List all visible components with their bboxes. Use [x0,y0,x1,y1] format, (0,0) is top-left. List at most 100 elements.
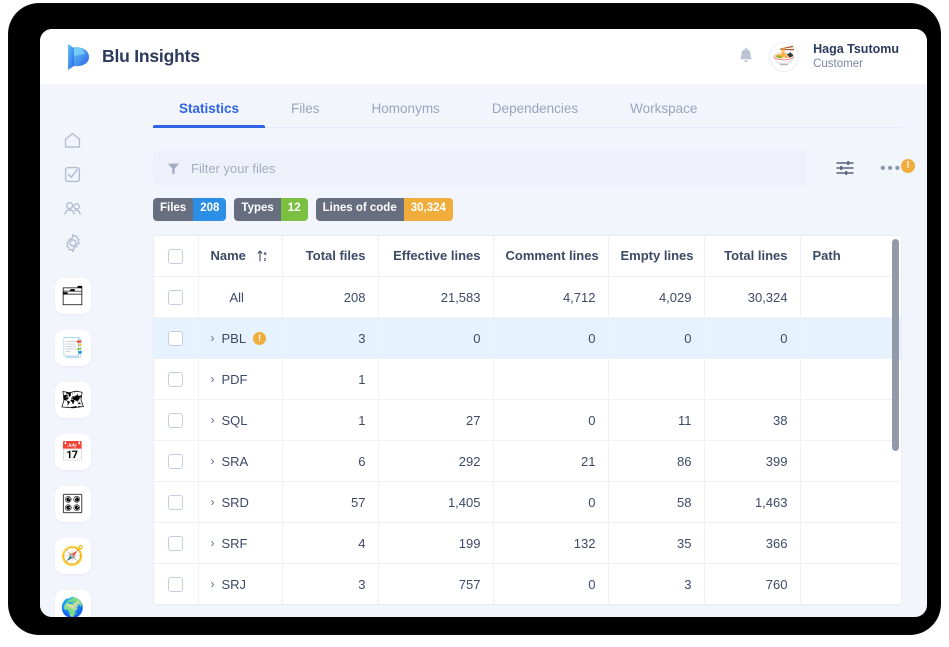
table-row[interactable]: › PBL ! 3 0 0 0 0 [154,317,901,359]
tab-dependencies[interactable]: Dependencies [466,101,604,127]
avatar[interactable]: 🍜 [769,41,800,72]
analysis-icon: 🗺 [60,389,85,411]
row-checkbox[interactable] [168,290,184,306]
row-empty-lines: 3 [608,563,705,604]
table-row[interactable]: › SRA 6 292 21 86 399 [154,440,901,482]
row-checkbox[interactable] [168,536,184,552]
row-select-cell[interactable] [154,276,199,318]
expand-chevron-icon[interactable]: › [211,496,215,508]
app-header: Blu Insights 🍜 Haga Tsutomu Customer [40,29,927,84]
sidebar-item-planning[interactable]: 📅 [54,434,91,470]
expand-chevron-icon[interactable]: › [211,455,215,467]
row-comment-lines: 21 [493,440,609,482]
row-total-lines: 30,324 [704,276,801,318]
notification-bell-icon[interactable] [737,47,755,67]
tab-statistics[interactable]: Statistics [153,101,266,128]
stat-badge-lines-of-code[interactable]: Lines of code 30,324 [315,198,453,221]
filter-input[interactable] [191,160,793,176]
row-total-files: 3 [282,317,379,359]
row-total-lines: 0 [704,317,801,359]
sidebar-item-settings[interactable] [56,233,90,258]
sidebar-item-globe[interactable]: 🌍 [54,590,91,617]
home-icon [63,131,82,155]
row-effective-lines: 21,583 [378,276,494,318]
column-header-empty-lines[interactable]: Empty lines [608,235,705,277]
expand-chevron-icon[interactable]: › [211,578,215,590]
row-checkbox[interactable] [168,413,184,429]
tab-bar: Statistics Files Homonyms Dependencies W… [153,84,902,128]
calendar-icon: 📅 [60,441,85,463]
user-name: Haga Tsutomu [813,41,899,56]
user-meta[interactable]: Haga Tsutomu Customer [813,42,899,72]
filter-box[interactable] [153,150,807,186]
row-effective-lines: 757 [378,563,494,604]
checkbox-check-icon [63,165,82,189]
table-row[interactable]: › PDF 1 [154,358,901,400]
row-path [800,358,901,400]
tab-homonyms[interactable]: Homonyms [346,101,466,127]
stat-badge-files[interactable]: Files 208 [153,198,227,221]
compass-icon: 🧭 [60,545,85,567]
column-header-name[interactable]: Name a z [198,235,283,277]
stat-badge-lines-of-code-label: Lines of code [315,198,404,221]
sidebar: 🗂 📑 🗺 📅 🎛 🧭 🌍 [40,84,105,617]
table-row[interactable]: › SRJ 3 757 0 3 760 [154,563,901,604]
table-vertical-scrollbar[interactable] [892,238,899,451]
column-header-path[interactable]: Path [800,235,901,277]
select-all-header[interactable] [154,235,199,277]
row-warning-icon[interactable]: ! [253,331,267,345]
sidebar-item-tasks[interactable] [56,165,90,189]
sidebar-item-home[interactable] [56,131,90,155]
filter-funnel-icon [167,162,180,175]
row-checkbox[interactable] [168,495,184,511]
row-effective-lines: 27 [378,399,494,441]
row-select-cell[interactable] [154,399,199,441]
row-checkbox[interactable] [168,331,184,347]
table-row[interactable]: › SRD 57 1,405 0 58 1,463 [154,481,901,523]
row-name-cell: › SRD [198,481,283,523]
more-options-button[interactable]: ••• ! [880,158,915,177]
expand-chevron-icon[interactable]: › [211,414,215,426]
column-header-effective-lines[interactable]: Effective lines [378,235,494,277]
row-select-cell[interactable] [154,358,199,400]
row-checkbox[interactable] [168,577,184,593]
column-header-comment-lines[interactable]: Comment lines [493,235,609,277]
sidebar-item-compass[interactable]: 🧭 [54,538,91,574]
row-checkbox[interactable] [168,372,184,388]
tab-files[interactable]: Files [265,101,346,127]
sidebar-item-dashboard[interactable]: 🎛 [54,486,91,522]
row-name-cell: › SRJ [198,563,283,604]
toolbar-icons: ••• ! [836,158,915,177]
row-select-cell[interactable] [154,522,199,564]
row-select-cell[interactable] [154,440,199,482]
column-header-total-files[interactable]: Total files [282,235,379,277]
row-name-label: PBL [221,330,247,346]
sidebar-item-users[interactable] [56,199,90,223]
sidebar-item-files[interactable]: 🗂 [54,278,91,314]
app-window: Blu Insights 🍜 Haga Tsutomu Customer 🗂 📑… [40,29,927,617]
row-empty-lines: 58 [608,481,705,523]
column-header-total-lines[interactable]: Total lines [704,235,801,277]
row-path [800,522,901,564]
row-select-cell[interactable] [154,563,199,604]
stat-badge-types[interactable]: Types 12 [234,198,308,221]
expand-chevron-icon[interactable]: › [211,373,215,385]
sidebar-item-analysis[interactable]: 🗺 [54,382,91,418]
table-row[interactable]: › SQL 1 27 0 11 38 [154,399,901,441]
expand-chevron-icon[interactable]: › [211,537,215,549]
table-row[interactable]: All 208 21,583 4,712 4,029 30,324 [154,276,901,318]
file-box-icon: 🗂 [60,285,85,307]
sidebar-item-documents[interactable]: 📑 [54,330,91,366]
table-row[interactable]: › SRF 4 199 132 35 366 [154,522,901,564]
gear-icon [63,233,83,258]
tab-workspace[interactable]: Workspace [604,101,723,127]
row-checkbox[interactable] [168,454,184,470]
sort-az-ascending-icon[interactable]: a z [257,249,269,262]
expand-chevron-icon[interactable]: › [211,332,215,344]
sliders-icon[interactable] [836,160,854,176]
row-select-cell[interactable] [154,481,199,523]
row-select-cell[interactable] [154,317,199,359]
brand[interactable]: Blu Insights [64,42,200,72]
row-empty-lines [608,358,705,400]
select-all-checkbox[interactable] [168,248,184,264]
